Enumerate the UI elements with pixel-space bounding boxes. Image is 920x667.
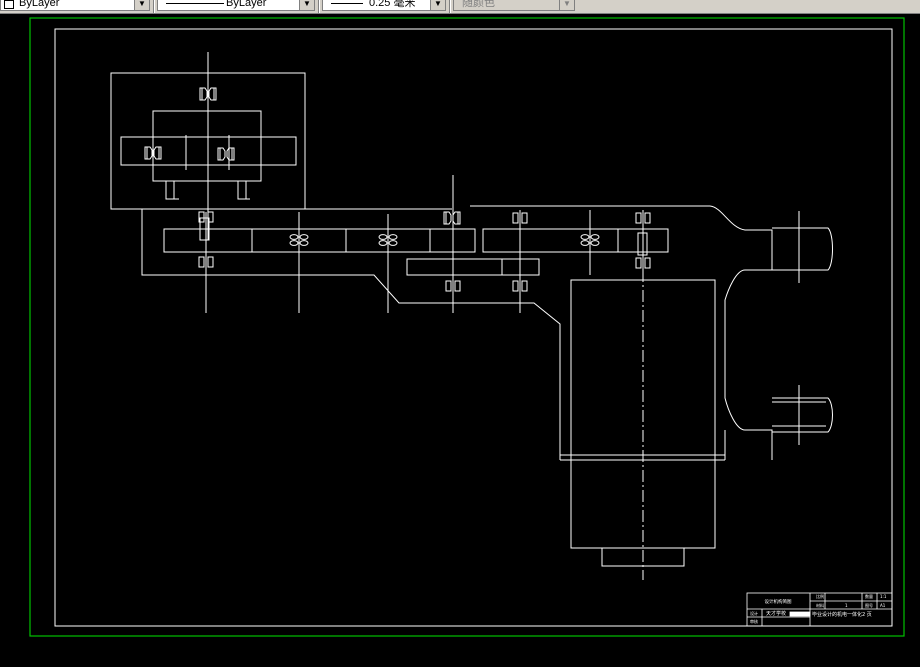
cad-drawing: 设计机构简图 比例 数量 1:1 材料 1 图号 A1 设计 天才学校 审核 毕… xyxy=(29,17,905,637)
drawing-canvas[interactable]: 设计机构简图 比例 数量 1:1 材料 1 图号 A1 设计 天才学校 审核 毕… xyxy=(0,14,920,663)
material-label: 材料 xyxy=(816,602,824,608)
project-name: 毕业设计的机电一体化2 页 xyxy=(812,611,872,618)
school-name: 天才学校 xyxy=(766,610,786,617)
linetype-dropdown[interactable]: ByLayer ▼ xyxy=(157,0,315,11)
reviewer-label: 审核 xyxy=(750,618,758,624)
color-dropdown[interactable]: ByLayer ▼ xyxy=(0,0,150,11)
chevron-down-icon[interactable]: ▼ xyxy=(134,0,149,10)
lineweight-preview xyxy=(331,3,363,4)
scale-value: 1:1 xyxy=(880,594,887,599)
linetype-value: ByLayer xyxy=(226,0,267,9)
chevron-down-icon[interactable]: ▼ xyxy=(299,0,314,10)
toolbar-separator xyxy=(153,0,155,13)
qty-label: 数量 xyxy=(865,593,873,599)
qty-value: 1 xyxy=(845,603,848,608)
toolbar-separator xyxy=(318,0,320,13)
chevron-down-icon[interactable]: ▼ xyxy=(430,0,445,10)
plotstyle-dropdown: 随颜色 ▼ xyxy=(453,0,575,11)
properties-toolbar: ByLayer ▼ ByLayer ▼ 0.25 毫米 ▼ 随颜色 ▼ xyxy=(0,0,920,14)
drawing-border xyxy=(54,28,893,627)
title-block-text: 设计机构简图 比例 数量 1:1 材料 1 图号 A1 设计 天才学校 审核 毕… xyxy=(750,593,887,624)
plotstyle-value: 随颜色 xyxy=(462,0,495,9)
designer-label: 设计 xyxy=(750,610,758,616)
lineweight-value: 0.25 毫米 xyxy=(369,0,416,9)
lineweight-dropdown[interactable]: 0.25 毫米 ▼ xyxy=(322,0,446,11)
sheet-label: 图号 xyxy=(865,602,873,608)
scale-label: 比例 xyxy=(816,593,824,599)
color-value: ByLayer xyxy=(19,0,60,9)
toolbar-separator xyxy=(449,0,451,13)
mechanism-drawing xyxy=(110,52,833,580)
color-swatch-icon xyxy=(4,0,14,9)
drawing-name: 设计机构简图 xyxy=(765,598,792,605)
chevron-down-icon: ▼ xyxy=(559,0,574,10)
sheet-value: A1 xyxy=(880,603,886,608)
linetype-preview xyxy=(166,3,224,4)
